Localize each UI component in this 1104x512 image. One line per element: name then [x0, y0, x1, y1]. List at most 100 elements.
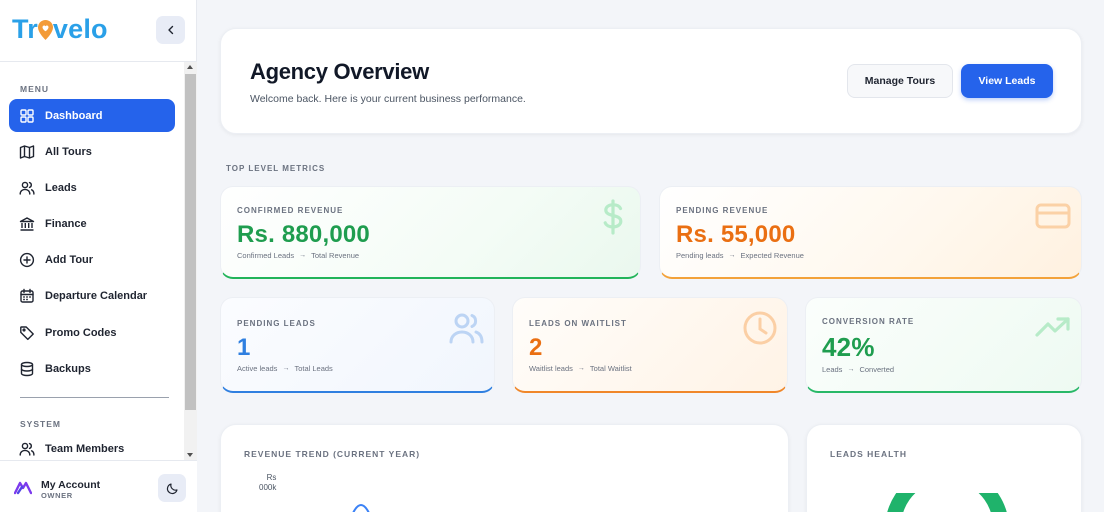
metrics-section-label: TOP LEVEL METRICS [226, 164, 326, 173]
arrow-right-icon: → [728, 252, 736, 259]
sidebar-item-label: Backups [45, 362, 91, 375]
overview-header-card: Agency Overview Welcome back. Here is yo… [220, 28, 1082, 134]
panel-title: REVENUE TREND (CURRENT YEAR) [244, 449, 421, 459]
subtext-to: Total Waitlist [589, 364, 632, 373]
sidebar-item-promo-codes[interactable]: Promo Codes [9, 316, 175, 349]
database-icon [19, 361, 35, 377]
arrow-right-icon: → [299, 252, 307, 259]
scroll-down-icon[interactable] [187, 453, 193, 457]
sidebar-item-all-tours[interactable]: All Tours [9, 135, 175, 168]
subtext-from: Confirmed Leads [237, 251, 295, 260]
arrow-right-icon: → [282, 365, 290, 372]
subtext-from: Pending leads [676, 251, 724, 260]
sidebar-item-label: Departure Calendar [45, 289, 148, 302]
users-icon [19, 441, 35, 457]
card-subtext: Pending leads → Expected Revenue [676, 251, 804, 260]
sidebar-item-label: Finance [45, 217, 87, 230]
arrow-right-icon: → [847, 366, 855, 373]
view-leads-button[interactable]: View Leads [961, 64, 1053, 98]
page-subtitle: Welcome back. Here is your current busin… [250, 93, 526, 105]
system-section-label: SYSTEM [20, 419, 61, 429]
conversion-rate-card[interactable]: CONVERSION RATE 42% Leads → Converted [805, 297, 1082, 393]
subtext-from: Waitlist leads [529, 364, 573, 373]
bank-icon [19, 216, 35, 232]
account-bar: My Account OWNER [0, 460, 197, 512]
menu-section-label: MENU [20, 84, 50, 94]
confirmed-revenue-card[interactable]: CONFIRMED REVENUE Rs. 880,000 Confirmed … [220, 186, 641, 279]
trending-up-icon [1035, 317, 1070, 337]
sidebar-item-team-members[interactable]: Team Members [9, 432, 175, 460]
manage-tours-button[interactable]: Manage Tours [847, 64, 953, 98]
waitlist-card[interactable]: LEADS ON WAITLIST 2 Waitlist leads → Tot… [512, 297, 788, 393]
subtext-from: Leads [822, 365, 843, 374]
sidebar-scrollbar[interactable] [184, 62, 197, 460]
moon-icon [166, 482, 178, 494]
waitlist-value: 2 [529, 334, 543, 361]
nav-divider [20, 397, 169, 398]
card-label: LEADS ON WAITLIST [529, 319, 627, 328]
pending-revenue-value: Rs. 55,000 [676, 221, 796, 248]
brand-pin-icon [37, 14, 53, 44]
card-label: CONVERSION RATE [822, 317, 915, 326]
users-icon [449, 313, 484, 344]
plus-circle-icon [19, 252, 35, 268]
panel-title: LEADS HEALTH [830, 449, 908, 459]
sidebar-item-add-tour[interactable]: Add Tour [9, 243, 175, 276]
confirmed-revenue-value: Rs. 880,000 [237, 221, 370, 248]
leads-health-donut [887, 493, 1007, 512]
calendar-icon [19, 288, 35, 304]
brand-logo[interactable]: Tr velo [12, 14, 108, 45]
tag-icon [19, 325, 35, 341]
scroll-up-icon[interactable] [187, 65, 193, 69]
pending-leads-value: 1 [237, 334, 251, 361]
account-logo-icon [14, 481, 32, 495]
pending-revenue-card[interactable]: PENDING REVENUE Rs. 55,000 Pending leads… [659, 186, 1082, 279]
sidebar-item-departure-calendar[interactable]: Departure Calendar [9, 279, 175, 312]
leads-health-panel: LEADS HEALTH [806, 424, 1082, 512]
scrollbar-thumb[interactable] [185, 74, 196, 410]
revenue-trend-panel: REVENUE TREND (CURRENT YEAR) Rs 000k [220, 424, 789, 512]
sidebar-item-label: Leads [45, 181, 77, 194]
theme-toggle-button[interactable] [158, 474, 186, 502]
dashboard-icon [19, 108, 35, 124]
card-label: PENDING LEADS [237, 319, 316, 328]
card-subtext: Leads → Converted [822, 365, 894, 374]
subtext-to: Total Leads [294, 364, 333, 373]
card-label: CONFIRMED REVENUE [237, 206, 344, 215]
y-axis-unit-bottom: 000k [259, 483, 277, 492]
subtext-from: Active leads [237, 364, 278, 373]
dollar-icon [603, 199, 623, 235]
page-title: Agency Overview [250, 59, 429, 84]
map-icon [19, 144, 35, 160]
sidebar: Tr velo MENU Dashboard All Tours Leads F… [0, 0, 197, 512]
sidebar-item-finance[interactable]: Finance [9, 207, 175, 240]
card-subtext: Waitlist leads → Total Waitlist [529, 364, 632, 373]
sidebar-item-label: Promo Codes [45, 326, 117, 339]
card-subtext: Confirmed Leads → Total Revenue [237, 251, 359, 260]
subtext-to: Converted [859, 365, 895, 374]
collapse-sidebar-button[interactable] [156, 16, 185, 44]
sidebar-item-backups[interactable]: Backups [9, 352, 175, 385]
sidebar-item-label: Dashboard [45, 109, 103, 122]
account-role: OWNER [41, 491, 73, 500]
y-axis-unit-top: Rs [266, 473, 277, 482]
subtext-to: Expected Revenue [740, 251, 804, 260]
sidebar-item-label: Add Tour [45, 253, 94, 266]
conversion-rate-value: 42% [822, 332, 875, 362]
sidebar-item-leads[interactable]: Leads [9, 171, 175, 204]
sidebar-item-dashboard[interactable]: Dashboard [9, 99, 175, 132]
chevron-left-icon [167, 25, 173, 35]
clock-icon [743, 311, 777, 345]
users-icon [19, 180, 35, 196]
account-name[interactable]: My Account [41, 479, 100, 491]
pending-leads-card[interactable]: PENDING LEADS 1 Active leads → Total Lea… [220, 297, 495, 393]
card-subtext: Active leads → Total Leads [237, 364, 333, 373]
trend-line-peak [352, 504, 370, 512]
subtext-to: Total Revenue [311, 251, 360, 260]
card-label: PENDING REVENUE [676, 206, 769, 215]
arrow-right-icon: → [577, 365, 585, 372]
brand-text-end: velo [52, 14, 108, 44]
sidebar-item-label: All Tours [45, 145, 92, 158]
sidebar-nav: MENU Dashboard All Tours Leads Finance A… [0, 62, 197, 460]
credit-card-icon [1035, 203, 1071, 229]
